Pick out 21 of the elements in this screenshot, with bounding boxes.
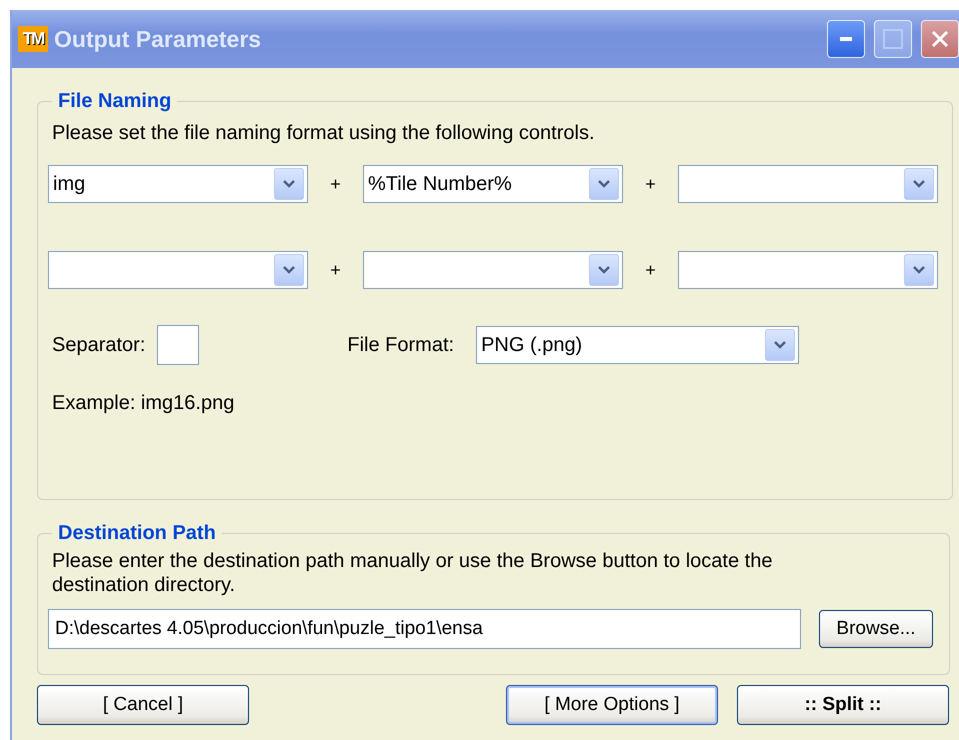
browse-button[interactable]: Browse... bbox=[819, 610, 933, 648]
group-title: Destination Path bbox=[57, 522, 217, 545]
example-text: Example: img16.png bbox=[52, 391, 236, 415]
instructions-text: Please enter the destination path manually or use the Browse button to locate the destination directory. bbox=[52, 549, 774, 597]
plus-sign: + bbox=[644, 260, 657, 280]
dropdown[interactable]: %Tile Number% bbox=[363, 165, 623, 203]
separator-label: Separator: bbox=[52, 334, 146, 356]
window-title: Output Parameters bbox=[54, 26, 262, 52]
instructions-text: Please set the file naming format using the following controls. bbox=[52, 121, 596, 145]
dropdown[interactable]: img bbox=[48, 165, 308, 203]
cancel-button[interactable]: [ Cancel ] bbox=[37, 685, 249, 725]
dropdown[interactable]: PNG (.png) bbox=[476, 326, 800, 364]
file-format-label: File Format: bbox=[347, 334, 454, 356]
more-options-button[interactable]: [ More Options ] bbox=[506, 685, 718, 725]
plus-sign: + bbox=[644, 174, 657, 194]
split-button[interactable]: :: Split :: bbox=[737, 685, 949, 725]
plus-sign: + bbox=[329, 260, 342, 280]
group-title: File Naming bbox=[57, 90, 172, 113]
path-field[interactable]: D:\descartes 4.05\produccion\fun\puzle_tipo1\ensa bbox=[48, 609, 801, 649]
plus-sign: + bbox=[329, 174, 342, 194]
app-icon: TM bbox=[18, 26, 48, 52]
